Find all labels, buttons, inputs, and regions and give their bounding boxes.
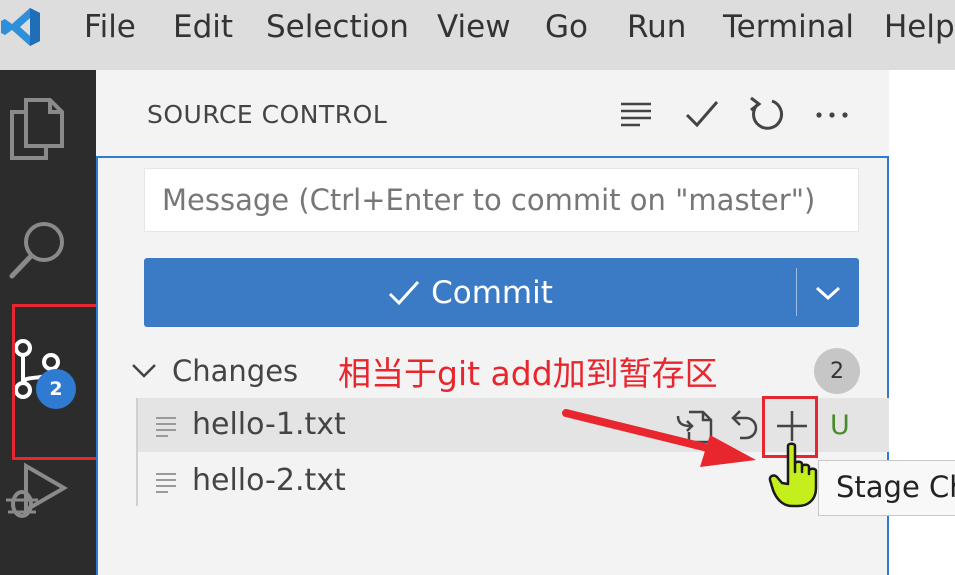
more-actions-icon[interactable]: [812, 92, 852, 136]
text-file-icon: [156, 473, 176, 493]
chevron-down-icon: [815, 286, 841, 300]
commit-button[interactable]: Commit: [144, 258, 859, 327]
commit-message-input[interactable]: [144, 168, 859, 232]
commit-check-icon[interactable]: [682, 92, 722, 136]
view-as-tree-icon[interactable]: [616, 92, 656, 136]
refresh-icon[interactable]: [746, 92, 786, 136]
hand-cursor-icon: [768, 442, 818, 508]
menu-help[interactable]: Help: [884, 9, 955, 45]
annotation-text: 相当于git add加到暂存区: [338, 354, 718, 393]
changes-label: Changes: [172, 354, 299, 388]
commit-dropdown-button[interactable]: [797, 258, 859, 327]
check-icon: [389, 280, 420, 305]
text-file-icon: [156, 417, 176, 437]
vscode-logo-icon[interactable]: [0, 4, 42, 50]
menu-terminal[interactable]: Terminal: [723, 9, 854, 45]
stage-changes-tooltip: Stage Ch: [818, 460, 955, 516]
menu-bar: File Edit Selection View Go Run Terminal…: [0, 0, 955, 70]
menu-view[interactable]: View: [437, 9, 511, 45]
menu-selection[interactable]: Selection: [266, 9, 409, 45]
search-icon[interactable]: [6, 218, 68, 282]
run-debug-icon[interactable]: [4, 462, 68, 522]
file-name: hello-2.txt: [192, 463, 346, 498]
commit-button-main[interactable]: Commit: [144, 258, 796, 327]
file-name: hello-1.txt: [192, 407, 346, 442]
changes-count-badge: 2: [814, 348, 860, 394]
files-icon[interactable]: [6, 96, 66, 162]
untracked-status: U: [830, 410, 850, 441]
sidebar-title: SOURCE CONTROL: [147, 100, 388, 129]
annotation-arrow-icon: [562, 409, 756, 467]
menu-go[interactable]: Go: [545, 9, 588, 45]
menu-edit[interactable]: Edit: [173, 9, 233, 45]
menu-run[interactable]: Run: [627, 9, 686, 45]
menu-file[interactable]: File: [84, 9, 136, 45]
chevron-down-icon: [132, 364, 156, 378]
commit-button-label: Commit: [431, 274, 553, 311]
